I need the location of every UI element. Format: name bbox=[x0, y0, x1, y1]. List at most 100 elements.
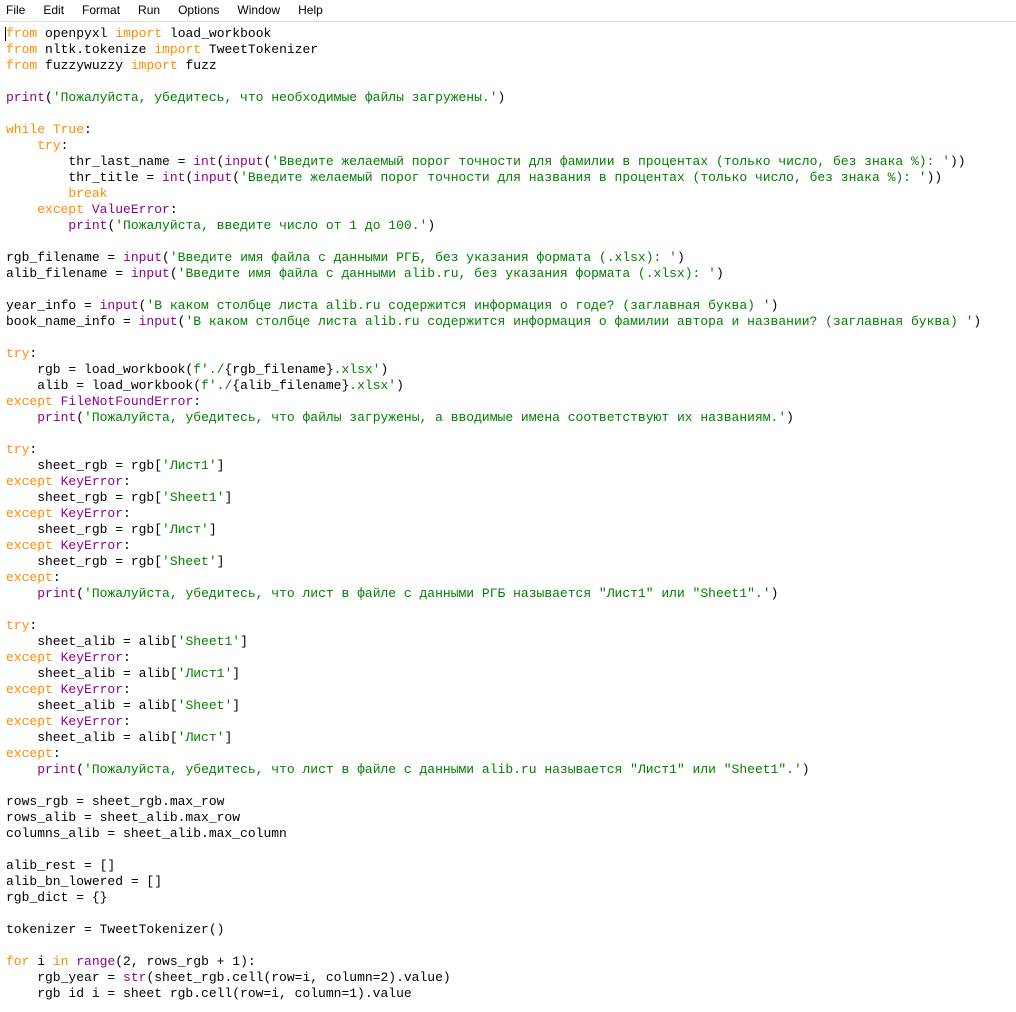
builtin-int: int bbox=[162, 170, 185, 185]
code-year-info: year_info = bbox=[6, 298, 100, 313]
builtin-str: str bbox=[123, 970, 146, 985]
code-sheet-alib: sheet_alib = alib[ bbox=[6, 730, 178, 745]
kw-except: except bbox=[6, 746, 53, 761]
code-rgb-filename: rgb_filename = bbox=[6, 250, 123, 265]
exc-keyerror: KeyError bbox=[61, 474, 123, 489]
code-alib-load: alib = load_workbook( bbox=[6, 378, 201, 393]
kw-from: from bbox=[6, 42, 37, 57]
builtin-int: int bbox=[193, 154, 216, 169]
builtin-input: input bbox=[193, 170, 232, 185]
code-rgb-dict: rgb_dict = {} bbox=[6, 890, 107, 905]
exc-valueerror: ValueError bbox=[92, 202, 170, 217]
kw-break: break bbox=[68, 186, 107, 201]
kw-true: True bbox=[53, 122, 84, 137]
kw-except: except bbox=[6, 506, 53, 521]
str-valerr: 'Пожалуйста, введите число от 1 до 100.' bbox=[115, 218, 427, 233]
builtin-input: input bbox=[123, 250, 162, 265]
code-tokenizer: tokenizer = TweetTokenizer() bbox=[6, 922, 224, 937]
exc-filenotfound: FileNotFoundError bbox=[61, 394, 194, 409]
code-rgb-id: rgb id i = sheet rgb.cell(row=i, column=… bbox=[6, 986, 412, 1001]
builtin-input: input bbox=[224, 154, 263, 169]
code-sheet-rgb: sheet_rgb = rgb[ bbox=[6, 554, 162, 569]
builtin-range: range bbox=[76, 954, 115, 969]
code-alib-bn: alib_bn_lowered = [] bbox=[6, 874, 162, 889]
kw-except: except bbox=[6, 394, 53, 409]
kw-try: try bbox=[37, 138, 60, 153]
mod-tweettokenizer: TweetTokenizer bbox=[209, 42, 318, 57]
menu-help[interactable]: Help bbox=[296, 2, 325, 18]
builtin-input: input bbox=[100, 298, 139, 313]
str-intro: 'Пожалуйста, убедитесь, что необходимые … bbox=[53, 90, 498, 105]
code-sheet-alib: sheet_alib = alib[ bbox=[6, 634, 178, 649]
mod-openpyxl: openpyxl bbox=[45, 26, 107, 41]
kw-except: except bbox=[6, 714, 53, 729]
builtin-print: print bbox=[37, 410, 76, 425]
str-thr-title: 'Введите желаемый порог точности для наз… bbox=[240, 170, 927, 185]
exc-keyerror: KeyError bbox=[61, 714, 123, 729]
str-rgb-file: 'Введите имя файла с данными РГБ, без ук… bbox=[170, 250, 677, 265]
exc-keyerror: KeyError bbox=[61, 506, 123, 521]
str-fnf: 'Пожалуйста, убедитесь, что файлы загруж… bbox=[84, 410, 786, 425]
menu-window[interactable]: Window bbox=[235, 2, 282, 18]
code-alib-filename: alib_filename = bbox=[6, 266, 131, 281]
kw-import: import bbox=[131, 58, 178, 73]
code-sheet-rgb: sheet_rgb = rgb[ bbox=[6, 522, 162, 537]
code-thr-last-name: thr_last_name = bbox=[6, 154, 193, 169]
menu-edit[interactable]: Edit bbox=[41, 2, 66, 18]
builtin-input: input bbox=[139, 314, 178, 329]
str-book-name-info: 'В каком столбце листа alib.ru содержитс… bbox=[185, 314, 973, 329]
code-thr-title: thr_title = bbox=[6, 170, 162, 185]
builtin-input: input bbox=[131, 266, 170, 281]
code-sheet-rgb: sheet_rgb = rgb[ bbox=[6, 458, 162, 473]
kw-except: except bbox=[6, 474, 53, 489]
builtin-print: print bbox=[6, 90, 45, 105]
str-rgb-sheet-err: 'Пожалуйста, убедитесь, что лист в файле… bbox=[84, 586, 771, 601]
code-rgb-year: rgb_year = bbox=[6, 970, 123, 985]
str-year-info: 'В каком столбце листа alib.ru содержитс… bbox=[146, 298, 770, 313]
mod-fuzzywuzzy: fuzzywuzzy bbox=[45, 58, 123, 73]
code-cols-alib: columns_alib = sheet_alib.max_column bbox=[6, 826, 287, 841]
str-alib-file: 'Введите имя файла с данными alib.ru, бе… bbox=[178, 266, 716, 281]
mod-fuzz: fuzz bbox=[185, 58, 216, 73]
kw-for: for bbox=[6, 954, 29, 969]
code-sheet-alib: sheet_alib = alib[ bbox=[6, 666, 178, 681]
code-range-args: (2, rows_rgb + 1): bbox=[115, 954, 255, 969]
code-editor[interactable]: from openpyxl import load_workbook from … bbox=[0, 22, 1016, 1010]
exc-keyerror: KeyError bbox=[61, 538, 123, 553]
builtin-print: print bbox=[37, 586, 76, 601]
str-alib-sheet-err: 'Пожалуйста, убедитесь, что лист в файле… bbox=[84, 762, 802, 777]
exc-keyerror: KeyError bbox=[61, 682, 123, 697]
builtin-print: print bbox=[68, 218, 107, 233]
menu-options[interactable]: Options bbox=[176, 2, 221, 18]
code-rgb-load: rgb = load_workbook( bbox=[6, 362, 193, 377]
kw-except: except bbox=[6, 570, 53, 585]
kw-try: try bbox=[6, 346, 29, 361]
code-sheet-rgb: sheet_rgb = rgb[ bbox=[6, 490, 162, 505]
code-sheet-alib: sheet_alib = alib[ bbox=[6, 698, 178, 713]
menu-format[interactable]: Format bbox=[80, 2, 122, 18]
str-thr-last: 'Введите желаемый порог точности для фам… bbox=[271, 154, 950, 169]
mod-load-workbook: load_workbook bbox=[170, 26, 271, 41]
exc-keyerror: KeyError bbox=[61, 650, 123, 665]
kw-while: while bbox=[6, 122, 45, 137]
menu-file[interactable]: File bbox=[4, 2, 27, 18]
kw-try: try bbox=[6, 442, 29, 457]
code-alib-rest: alib_rest = [] bbox=[6, 858, 115, 873]
code-rows-rgb: rows_rgb = sheet_rgb.max_row bbox=[6, 794, 224, 809]
menu-run[interactable]: Run bbox=[136, 2, 162, 18]
kw-except: except bbox=[6, 682, 53, 697]
code-rows-alib: rows_alib = sheet_alib.max_row bbox=[6, 810, 240, 825]
kw-except: except bbox=[6, 538, 53, 553]
mod-nltk-tokenize: nltk.tokenize bbox=[45, 42, 146, 57]
kw-import: import bbox=[154, 42, 201, 57]
kw-except: except bbox=[37, 202, 84, 217]
code-book-name-info: book_name_info = bbox=[6, 314, 139, 329]
menu-bar: File Edit Format Run Options Window Help bbox=[0, 0, 1016, 22]
builtin-print: print bbox=[37, 762, 76, 777]
kw-in: in bbox=[53, 954, 69, 969]
kw-from: from bbox=[6, 26, 37, 41]
kw-import: import bbox=[115, 26, 162, 41]
kw-from: from bbox=[6, 58, 37, 73]
kw-try: try bbox=[6, 618, 29, 633]
kw-except: except bbox=[6, 650, 53, 665]
